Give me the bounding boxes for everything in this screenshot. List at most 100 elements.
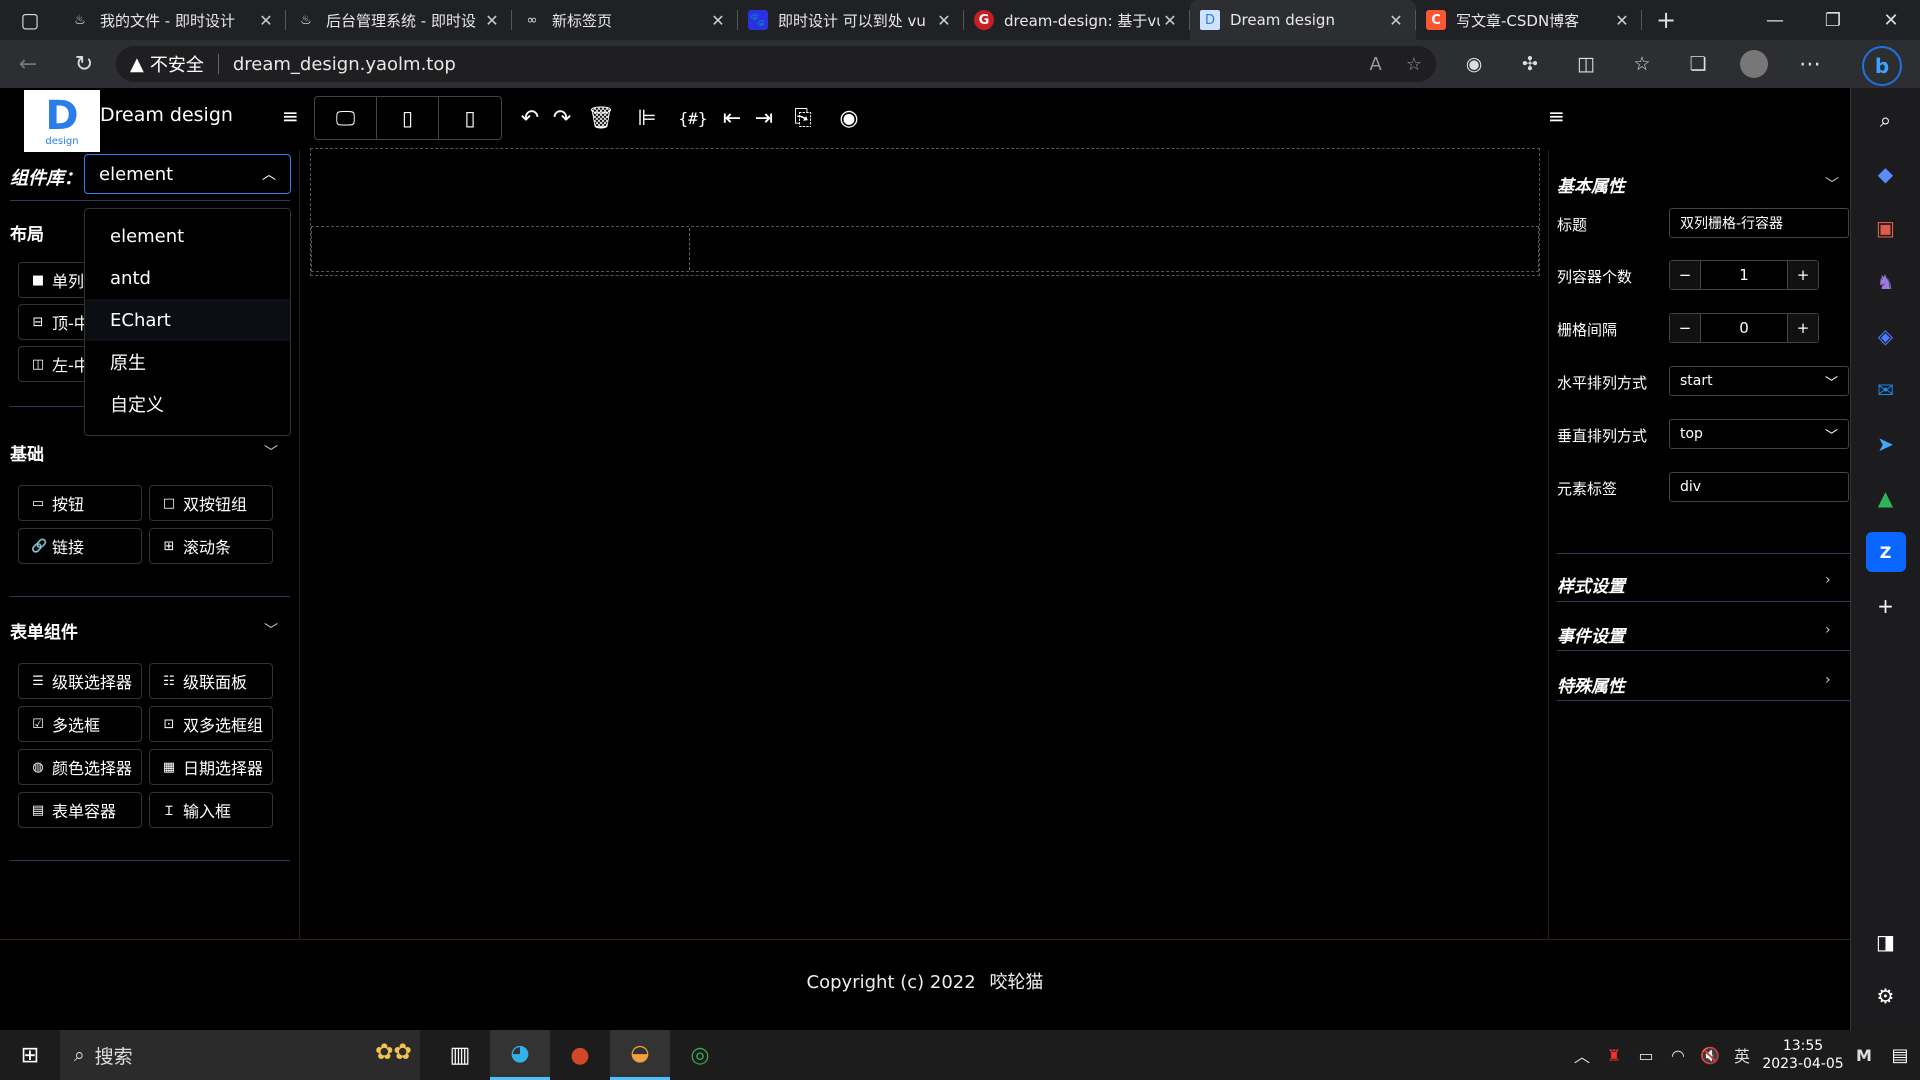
send-icon[interactable]: ➤ xyxy=(1866,424,1906,464)
component-checkbox-group[interactable]: ⊡ 双多选框组 xyxy=(149,706,273,742)
chevron-right-icon[interactable]: › xyxy=(1825,572,1831,588)
volume-muted-icon[interactable]: 🔇 xyxy=(1694,1046,1726,1065)
minus-icon[interactable]: − xyxy=(1670,314,1700,342)
tab-actions-icon[interactable]: ▢ xyxy=(0,0,60,40)
tag-input[interactable]: div xyxy=(1669,472,1849,502)
settings-gear-icon[interactable]: ⚙ xyxy=(1866,976,1906,1016)
gutter-value[interactable]: 0 xyxy=(1700,314,1788,342)
redo-icon[interactable]: ↷ xyxy=(546,96,578,140)
collections-icon[interactable]: ❏ xyxy=(1670,53,1726,75)
preview-eye-icon[interactable]: ◉ xyxy=(826,96,872,140)
component-form-container[interactable]: ▤ 表单容器 xyxy=(18,792,142,828)
browser-tab[interactable]: ♨ 我的文件 - 即时设计 ✕ xyxy=(60,0,286,40)
browser-tab[interactable]: G dream-design: 基于vu ✕ xyxy=(964,0,1190,40)
component-scrollbar[interactable]: ⊞ 滚动条 xyxy=(149,528,273,564)
minimize-icon[interactable]: — xyxy=(1746,0,1804,40)
grid-row-container[interactable] xyxy=(311,226,1539,272)
code-file-icon[interactable]: ⎘ xyxy=(780,96,826,140)
ime-indicator[interactable]: 英 xyxy=(1726,1043,1758,1067)
export-icon[interactable]: ⇥ xyxy=(748,96,780,140)
hamburger-menu-icon[interactable]: ≡ xyxy=(1548,104,1565,128)
close-window-icon[interactable]: ✕ xyxy=(1862,0,1920,40)
col-count-stepper[interactable]: − 1 + xyxy=(1669,260,1819,290)
bing-copilot-icon[interactable]: b xyxy=(1862,46,1902,86)
library-option[interactable]: element xyxy=(85,215,290,257)
desktop-icon[interactable]: 🖵 xyxy=(315,97,377,139)
chevron-down-icon[interactable]: ﹀ xyxy=(264,620,278,640)
chevron-down-icon[interactable]: ﹀ xyxy=(1825,174,1839,194)
component-double-button[interactable]: □ 双按钮组 xyxy=(149,485,273,521)
library-option[interactable]: antd xyxy=(85,257,290,299)
minus-icon[interactable]: − xyxy=(1670,261,1700,289)
browser-tab[interactable]: 🐾 即时设计 可以到处 vu ✕ xyxy=(738,0,964,40)
browser-tab[interactable]: ∞ 新标签页 ✕ xyxy=(512,0,738,40)
title-input[interactable]: 双列栅格-行容器 xyxy=(1669,208,1849,238)
section-title-form[interactable]: 表单组件 xyxy=(10,618,78,643)
url-text[interactable]: dream_design.yaolm.top xyxy=(233,54,1346,75)
back-icon[interactable]: ← xyxy=(0,52,56,77)
component-date-picker[interactable]: ▦ 日期选择器 xyxy=(149,749,273,785)
component-cascader-panel[interactable]: ☷ 级联面板 xyxy=(149,663,273,699)
shopping-tag-icon[interactable]: ◆ xyxy=(1866,154,1906,194)
tablet-icon[interactable]: ▯ xyxy=(377,97,439,139)
add-favorite-icon[interactable]: ☆ xyxy=(1406,54,1422,75)
close-tab-icon[interactable]: ✕ xyxy=(708,11,728,30)
wifi-icon[interactable]: ◠ xyxy=(1662,1046,1694,1065)
section-title-basic[interactable]: 基础 xyxy=(10,440,44,465)
app-m-icon[interactable]: M xyxy=(1848,1046,1880,1065)
chevron-right-icon[interactable]: › xyxy=(1825,622,1831,638)
grid-column[interactable] xyxy=(314,228,690,270)
hamburger-menu-icon[interactable]: ≡ xyxy=(282,104,299,128)
games-icon[interactable]: ♞ xyxy=(1866,262,1906,302)
omnibox[interactable]: ▲ 不安全 dream_design.yaolm.top A ☆ xyxy=(116,46,1436,82)
office-icon[interactable]: ◈ xyxy=(1866,316,1906,356)
outlook-icon[interactable]: ✉ xyxy=(1866,370,1906,410)
battery-icon[interactable]: ▭ xyxy=(1630,1046,1662,1065)
search-icon[interactable]: ⌕ xyxy=(1866,100,1906,140)
design-canvas[interactable] xyxy=(310,148,1540,276)
align-select[interactable]: top ﹀ xyxy=(1669,419,1849,449)
refresh-icon[interactable]: ↻ xyxy=(56,52,112,77)
security-tray-icon[interactable]: ♜ xyxy=(1598,1046,1630,1065)
basic-props-title[interactable]: 基本属性 xyxy=(1557,172,1625,197)
extensions-icon[interactable]: ✣ xyxy=(1502,53,1558,75)
component-checkbox[interactable]: ☑ 多选框 xyxy=(18,706,142,742)
new-tab-button[interactable]: + xyxy=(1642,0,1690,40)
split-screen-icon[interactable]: ◫ xyxy=(1558,53,1614,75)
extension-glasses-icon[interactable]: ◉ xyxy=(1446,53,1502,75)
add-icon[interactable]: + xyxy=(1866,586,1906,626)
chevron-down-icon[interactable]: ﹀ xyxy=(264,442,278,462)
component-input[interactable]: Ɪ 输入框 xyxy=(149,792,273,828)
photo-app-icon[interactable]: ◒ xyxy=(610,1030,670,1080)
section-title-layout[interactable]: 布局 xyxy=(10,220,44,245)
delete-icon[interactable]: 🗑 xyxy=(578,96,624,140)
col-count-value[interactable]: 1 xyxy=(1700,261,1788,289)
close-tab-icon[interactable]: ✕ xyxy=(1386,11,1406,30)
task-view-icon[interactable]: ▥ xyxy=(430,1030,490,1080)
mobile-icon[interactable]: ▯ xyxy=(439,97,501,139)
edge-browser-icon[interactable]: ◕ xyxy=(490,1030,550,1080)
component-color-picker[interactable]: ◍ 颜色选择器 xyxy=(18,749,142,785)
close-tab-icon[interactable]: ✕ xyxy=(934,11,954,30)
tree-icon[interactable]: ▲ xyxy=(1866,478,1906,518)
tree-structure-icon[interactable]: ⊫ xyxy=(624,96,670,140)
taskbar-search[interactable]: ⌕ 搜索 ✿✿ xyxy=(60,1030,420,1080)
undo-icon[interactable]: ↶ xyxy=(514,96,546,140)
restore-icon[interactable]: ❐ xyxy=(1804,0,1862,40)
profile-avatar[interactable] xyxy=(1740,50,1768,78)
chevron-up-icon[interactable]: ︿ xyxy=(1566,1043,1598,1067)
justify-select[interactable]: start ﹀ xyxy=(1669,366,1849,396)
component-link[interactable]: 🔗 链接 xyxy=(18,528,142,564)
chevron-right-icon[interactable]: › xyxy=(1825,672,1831,688)
style-settings-title[interactable]: 样式设置 xyxy=(1557,572,1625,597)
tools-icon[interactable]: ▣ xyxy=(1866,208,1906,248)
browser-tab-active[interactable]: D Dream design ✕ xyxy=(1190,0,1416,40)
close-tab-icon[interactable]: ✕ xyxy=(1612,11,1632,30)
powerpoint-icon[interactable]: ● xyxy=(550,1030,610,1080)
event-settings-title[interactable]: 事件设置 xyxy=(1557,622,1625,647)
import-icon[interactable]: ⇤ xyxy=(716,96,748,140)
windows-start-icon[interactable]: ⊞ xyxy=(0,1043,60,1068)
notification-icon[interactable]: ▤ xyxy=(1880,1045,1920,1066)
component-cascader[interactable]: ☰ 级联选择器 xyxy=(18,663,142,699)
chrome-icon[interactable]: ◎ xyxy=(670,1030,730,1080)
